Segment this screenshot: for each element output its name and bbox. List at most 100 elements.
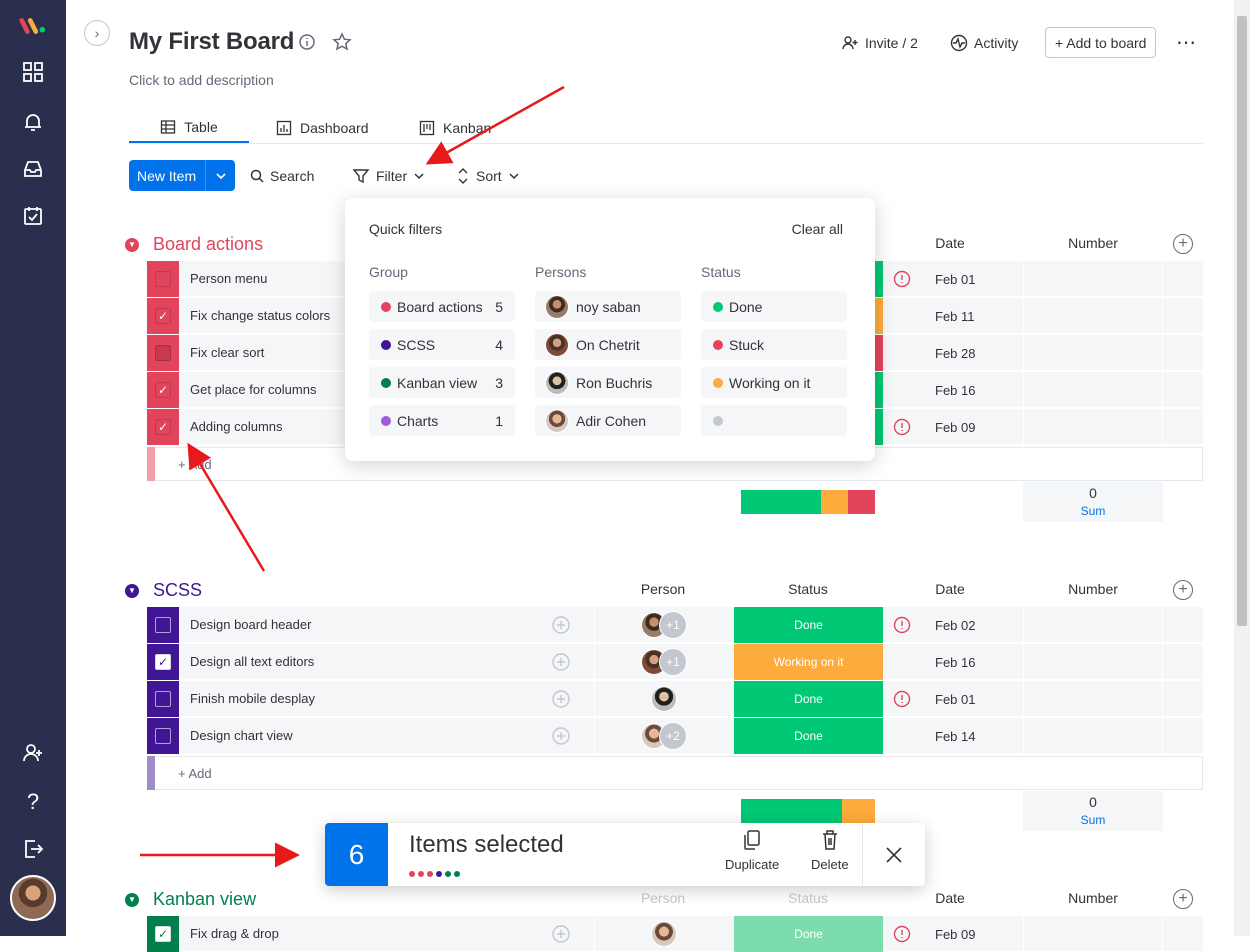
status-cell[interactable]: Done <box>734 718 883 754</box>
status-cell[interactable]: Done <box>734 681 883 717</box>
add-update-icon[interactable] <box>551 615 571 635</box>
number-cell[interactable] <box>1023 372 1163 408</box>
more-options-icon[interactable]: ⋯ <box>1176 30 1197 55</box>
number-cell[interactable] <box>1023 681 1163 717</box>
group-title[interactable]: Board actions <box>153 234 263 255</box>
column-header-number[interactable]: Number <box>1023 235 1163 251</box>
group-title[interactable]: SCSS <box>153 580 202 601</box>
date-cell[interactable]: Feb 09 <box>935 927 975 942</box>
item-name[interactable]: Get place for columns <box>190 382 316 397</box>
add-user-icon[interactable] <box>19 739 47 767</box>
column-header-date[interactable]: Date <box>920 235 980 251</box>
table-row[interactable]: ✓ Design all text editors +1 Working on … <box>147 644 1203 680</box>
duplicate-button[interactable]: Duplicate <box>725 829 779 872</box>
status-cell[interactable] <box>875 261 883 297</box>
person-cell[interactable] <box>594 681 733 717</box>
scrollbar-thumb[interactable] <box>1237 16 1247 626</box>
add-update-icon[interactable] <box>551 689 571 709</box>
filter-chip-status-working[interactable]: Working on it <box>701 367 847 398</box>
checked-checkbox-icon[interactable]: ✓ <box>155 926 171 942</box>
row-checkbox[interactable] <box>155 728 171 744</box>
date-cell[interactable]: Feb 14 <box>935 729 975 744</box>
filter-chip-person[interactable]: Ron Buchris <box>535 367 681 398</box>
row-checkbox[interactable] <box>155 691 171 707</box>
chevron-down-icon[interactable] <box>205 160 235 191</box>
row-select-cell[interactable]: ✓ <box>147 298 179 334</box>
number-cell[interactable] <box>1023 916 1163 952</box>
status-cell[interactable] <box>875 335 883 371</box>
checked-checkbox-icon[interactable]: ✓ <box>155 382 171 398</box>
row-select-cell[interactable]: ✓ <box>147 644 179 680</box>
column-header-number[interactable]: Number <box>1023 890 1163 906</box>
row-checkbox[interactable] <box>155 345 171 361</box>
checked-checkbox-icon[interactable]: ✓ <box>155 654 171 670</box>
column-header-person[interactable]: Person <box>623 890 703 906</box>
table-row[interactable]: Design chart view +2 Done Feb 14 <box>147 718 1203 754</box>
grid-icon[interactable] <box>19 58 47 86</box>
filter-chip-person[interactable]: noy saban <box>535 291 681 322</box>
row-select-cell[interactable] <box>147 607 179 643</box>
table-row[interactable]: ✓ Fix drag & drop Done Feb 09 <box>147 916 1203 952</box>
filter-chip-group-scss[interactable]: SCSS 4 <box>369 329 515 360</box>
person-cell[interactable]: +1 <box>594 607 733 643</box>
vertical-scrollbar[interactable] <box>1234 0 1250 936</box>
checked-checkbox-icon[interactable]: ✓ <box>155 419 171 435</box>
filter-button[interactable]: Filter <box>352 162 425 190</box>
add-item-button[interactable]: + Add <box>178 457 212 472</box>
column-header-status[interactable]: Status <box>768 581 848 597</box>
add-column-icon[interactable]: + <box>1173 580 1193 600</box>
number-cell[interactable] <box>1023 298 1163 334</box>
item-name[interactable]: Fix drag & drop <box>190 926 279 941</box>
column-header-date[interactable]: Date <box>920 581 980 597</box>
item-name[interactable]: Design chart view <box>190 728 293 743</box>
group-header-kanban-view[interactable]: ▼ Kanban view <box>125 889 256 910</box>
info-icon[interactable] <box>298 33 316 51</box>
number-cell[interactable] <box>1023 718 1163 754</box>
date-cell[interactable]: Feb 01 <box>935 272 975 287</box>
number-cell[interactable] <box>1023 644 1163 680</box>
add-item-row[interactable]: + Add <box>147 756 1203 790</box>
close-selection-button[interactable] <box>862 823 925 886</box>
date-cell[interactable]: Feb 16 <box>935 383 975 398</box>
status-cell[interactable] <box>875 298 883 334</box>
number-cell[interactable] <box>1023 335 1163 371</box>
item-name[interactable]: Fix change status colors <box>190 308 330 323</box>
filter-chip-status-stuck[interactable]: Stuck <box>701 329 847 360</box>
clear-all-button[interactable]: Clear all <box>792 221 843 237</box>
inbox-icon[interactable] <box>19 155 47 183</box>
item-name[interactable]: Fix clear sort <box>190 345 264 360</box>
add-item-button[interactable]: + Add <box>178 766 212 781</box>
add-update-icon[interactable] <box>551 726 571 746</box>
filter-chip-group-charts[interactable]: Charts 1 <box>369 405 515 436</box>
date-cell[interactable]: Feb 02 <box>935 618 975 633</box>
star-icon[interactable] <box>332 32 352 52</box>
row-select-cell[interactable] <box>147 261 179 297</box>
add-update-icon[interactable] <box>551 924 571 944</box>
status-cell[interactable] <box>875 372 883 408</box>
help-icon[interactable]: ? <box>19 788 47 816</box>
search-button[interactable]: Search <box>250 162 314 190</box>
filter-chip-status-done[interactable]: Done <box>701 291 847 322</box>
sort-button[interactable]: Sort <box>456 162 520 190</box>
row-checkbox[interactable] <box>155 617 171 633</box>
checked-checkbox-icon[interactable]: ✓ <box>155 308 171 324</box>
item-name[interactable]: Design board header <box>190 617 311 632</box>
user-avatar[interactable] <box>10 875 56 921</box>
chevron-down-icon[interactable]: ▼ <box>125 237 139 252</box>
person-cell[interactable]: +1 <box>594 644 733 680</box>
tab-table[interactable]: Table <box>129 112 249 143</box>
date-cell[interactable]: Feb 16 <box>935 655 975 670</box>
tab-dashboard[interactable]: Dashboard <box>276 112 369 143</box>
row-select-cell[interactable] <box>147 335 179 371</box>
number-cell[interactable] <box>1023 607 1163 643</box>
item-name[interactable]: Design all text editors <box>190 654 314 669</box>
logout-icon[interactable] <box>19 835 47 863</box>
table-row[interactable]: Design board header +1 Done Feb 02 <box>147 607 1203 643</box>
status-cell[interactable] <box>875 409 883 445</box>
number-cell[interactable] <box>1023 409 1163 445</box>
logo-icon[interactable] <box>19 12 47 40</box>
person-cell[interactable] <box>594 916 733 952</box>
group-title[interactable]: Kanban view <box>153 889 256 910</box>
number-cell[interactable] <box>1023 261 1163 297</box>
filter-chip-group-board-actions[interactable]: Board actions 5 <box>369 291 515 322</box>
